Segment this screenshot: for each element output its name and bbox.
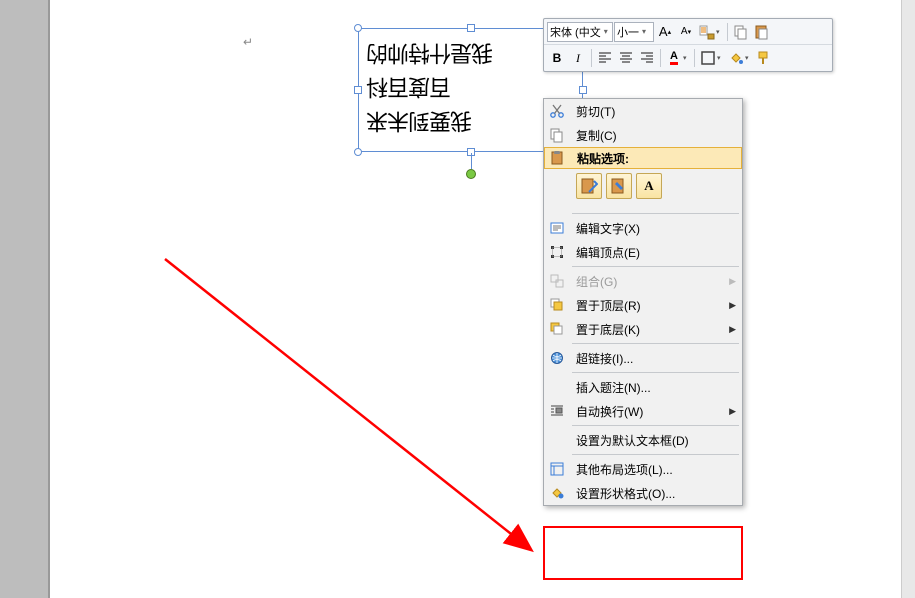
menu-bring-front-label: 置于顶层(R) [570,297,726,314]
menu-cut-label: 剪切(T) [570,103,726,120]
italic-button[interactable]: I [568,48,588,68]
shape-fill-button[interactable] [726,48,746,68]
paste-options-row: A [544,169,742,211]
copy-button[interactable] [731,22,751,42]
menu-insert-caption-label: 插入题注(N)... [570,379,726,396]
bold-button[interactable]: B [547,48,567,68]
group-icon [544,269,570,293]
menu-auto-wrap-label: 自动换行(W) [570,403,726,420]
menu-hyperlink[interactable]: 超链接(I)... [544,346,742,370]
paste-option-text-only[interactable]: A [636,173,662,199]
menu-hyperlink-label: 超链接(I)... [570,350,726,367]
styles-dropdown-icon[interactable]: ▾ [716,28,724,36]
align-center-button[interactable] [616,48,636,68]
document-canvas[interactable]: ↵ 我要到未来 百度百科 我是什特帅的 [48,0,913,598]
rotation-connector [471,153,472,169]
resize-handle-bottom-left[interactable] [354,148,362,156]
menu-auto-wrap[interactable]: 自动换行(W) ▶ [544,399,742,423]
vertical-scrollbar[interactable] [901,0,915,598]
font-size-combo[interactable]: 小一▾ [614,22,654,42]
menu-edit-points[interactable]: 编辑顶点(E) [544,240,742,264]
menu-send-back-label: 置于底层(K) [570,321,726,338]
menu-edit-points-label: 编辑顶点(E) [570,244,726,261]
paste-button[interactable] [752,22,772,42]
menu-cut[interactable]: 剪切(T) [544,99,742,123]
menu-edit-text[interactable]: 编辑文字(X) [544,216,742,240]
font-color-dropdown-icon[interactable]: ▾ [683,54,691,62]
menu-edit-text-label: 编辑文字(X) [570,220,726,237]
mini-toolbar: 宋体 (中文▾ 小一▾ A▴ A▾ ▾ B I A ▾ ▾ ▾ [543,18,833,72]
wrap-icon [544,399,570,423]
font-name-combo[interactable]: 宋体 (中文▾ [547,22,613,42]
submenu-arrow-icon: ▶ [729,300,736,311]
menu-group: 组合(G) ▶ [544,269,742,293]
font-size-value: 小一 [617,24,639,40]
format-shape-icon [544,481,570,505]
edit-text-icon [544,216,570,240]
submenu-arrow-icon: ▶ [729,406,736,417]
menu-paste-options-label: 粘贴选项: [571,150,725,167]
menu-set-default-textbox-label: 设置为默认文本框(D) [570,432,726,449]
shape-outline-button[interactable] [698,48,718,68]
grow-font-button[interactable]: A▴ [655,22,675,42]
menu-copy[interactable]: 复制(C) [544,123,742,147]
context-menu: 剪切(T) 复制(C) 粘贴选项: A 编辑文字(X) 编辑顶点(E) 组合(G… [543,98,743,506]
font-name-value: 宋体 (中文 [550,24,601,40]
bring-front-icon [544,293,570,317]
rotation-handle[interactable] [466,169,476,179]
shrink-font-button[interactable]: A▾ [676,22,696,42]
edit-points-icon [544,240,570,264]
font-color-button[interactable]: A [664,48,684,68]
align-left-button[interactable] [595,48,615,68]
shape-fill-dropdown-icon[interactable]: ▾ [745,54,753,62]
menu-group-label: 组合(G) [570,273,726,290]
menu-format-shape[interactable]: 设置形状格式(O)... [544,481,742,505]
hyperlink-icon [544,346,570,370]
layout-icon [544,457,570,481]
submenu-arrow-icon: ▶ [729,276,736,287]
menu-format-shape-label: 设置形状格式(O)... [570,485,726,502]
menu-send-back[interactable]: 置于底层(K) ▶ [544,317,742,341]
paste-option-source[interactable] [576,173,602,199]
send-back-icon [544,317,570,341]
paragraph-mark: ↵ [243,35,253,49]
menu-more-layout[interactable]: 其他布局选项(L)... [544,457,742,481]
menu-paste-options[interactable]: 粘贴选项: [544,147,742,169]
copy-icon [544,123,570,147]
default-textbox-icon [544,428,570,452]
paste-option-merge[interactable] [606,173,632,199]
menu-set-default-textbox[interactable]: 设置为默认文本框(D) [544,428,742,452]
menu-bring-front[interactable]: 置于顶层(R) ▶ [544,293,742,317]
menu-insert-caption[interactable]: 插入题注(N)... [544,375,742,399]
paste-icon [545,148,571,168]
caption-icon [544,375,570,399]
scissors-icon [544,99,570,123]
submenu-arrow-icon: ▶ [729,324,736,335]
align-right-button[interactable] [637,48,657,68]
menu-more-layout-label: 其他布局选项(L)... [570,461,726,478]
shape-outline-dropdown-icon[interactable]: ▾ [717,54,725,62]
styles-button[interactable] [697,22,717,42]
menu-copy-label: 复制(C) [570,127,726,144]
format-painter-button[interactable] [754,48,774,68]
